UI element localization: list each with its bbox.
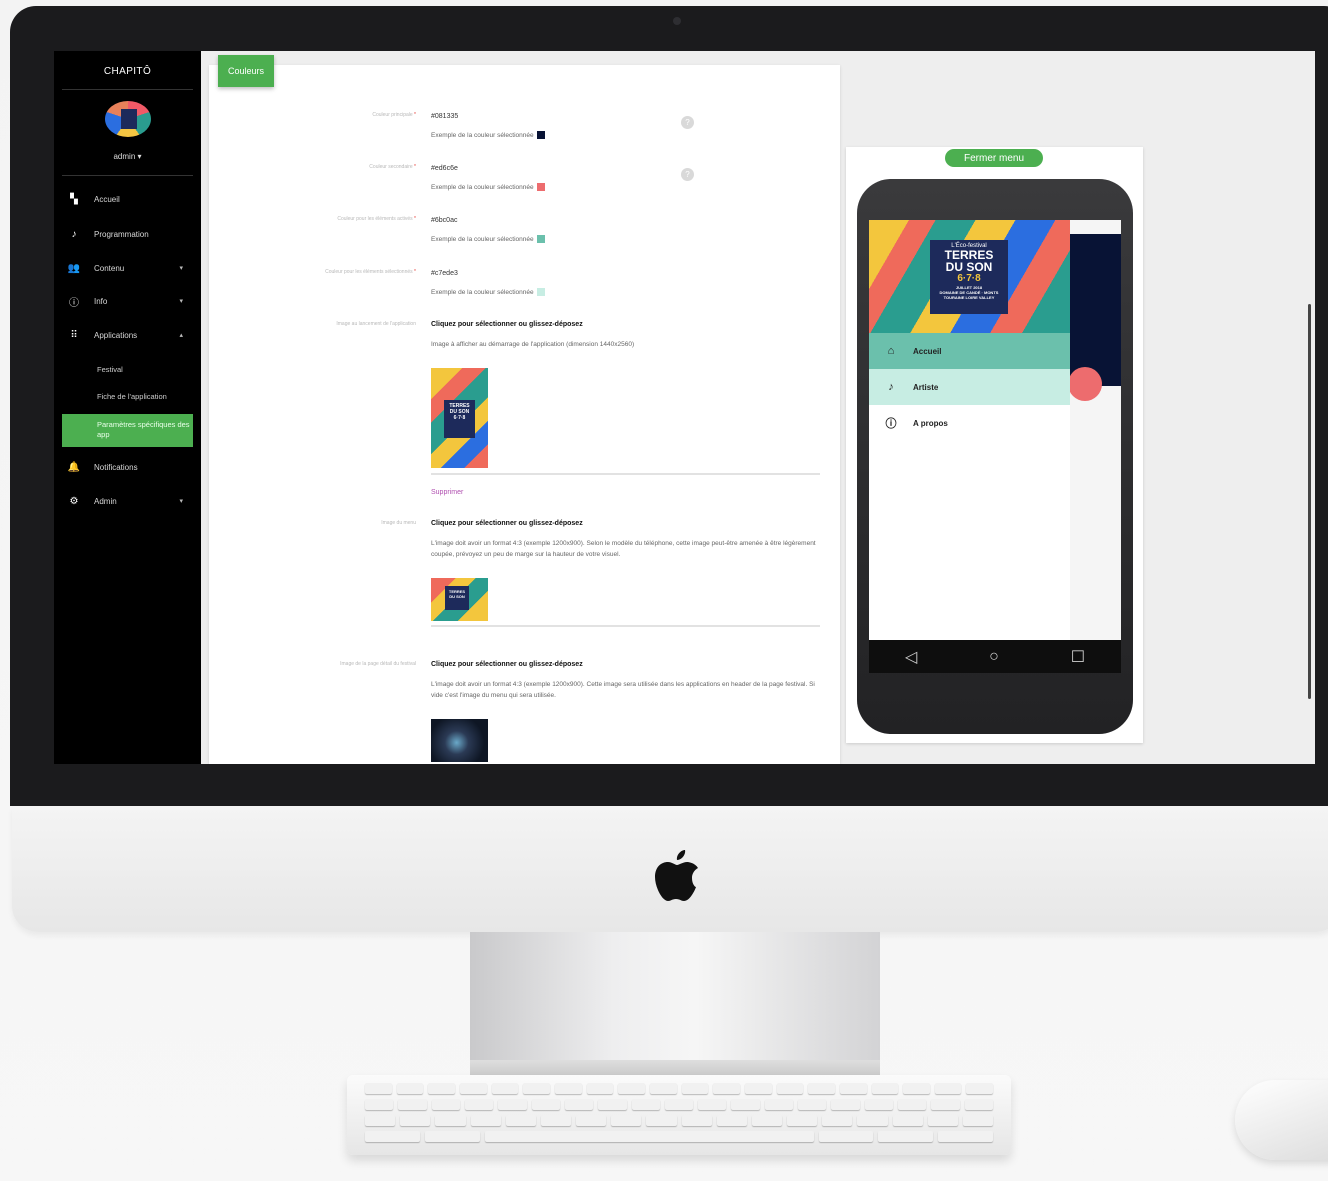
people-icon: 👥 bbox=[67, 262, 81, 274]
sidebar-item-label: Accueil bbox=[94, 194, 120, 204]
color-value-selectionnes[interactable]: #c7ede3 bbox=[431, 270, 458, 277]
info-icon: ⓘ bbox=[69, 297, 79, 309]
upload-launch-image[interactable]: Cliquez pour sélectionner ou glissez-dép… bbox=[431, 321, 583, 328]
app-drawer: L'Éco-festival TERRES DU SON 6·7·8 JUILL… bbox=[869, 220, 1070, 640]
user-menu[interactable]: admin ▾ bbox=[54, 152, 201, 161]
music-note-icon: ♪ bbox=[71, 228, 77, 240]
recents-icon[interactable]: ☐ bbox=[1071, 647, 1085, 667]
field-label: Couleur principale * bbox=[372, 112, 416, 118]
sidebar-subitem-fiche[interactable]: Fiche de l'application bbox=[97, 392, 167, 401]
back-icon[interactable]: ◁ bbox=[905, 647, 917, 667]
keyboard bbox=[347, 1075, 1011, 1155]
android-nav-bar: ◁ ○ ☐ bbox=[869, 640, 1121, 673]
upload-menu-image[interactable]: Cliquez pour sélectionner ou glissez-dép… bbox=[431, 520, 583, 527]
sidebar-item-label: Info bbox=[94, 296, 108, 306]
mouse bbox=[1235, 1080, 1328, 1160]
color-example: Exemple de la couleur sélectionnée bbox=[431, 130, 821, 141]
field-label: Couleur secondaire * bbox=[369, 164, 416, 170]
upload-detail-image[interactable]: Cliquez pour sélectionner ou glissez-dép… bbox=[431, 661, 583, 668]
brand-title: CHAPITÔ bbox=[103, 66, 152, 77]
dashboard-icon: ▚ bbox=[70, 193, 78, 205]
sidebar-item-notifications[interactable]: 🔔 Notifications bbox=[54, 455, 201, 479]
chevron-down-icon: ▾ bbox=[179, 265, 183, 272]
sidebar-subitem-parametres[interactable]: Paramètres spécifiques des app bbox=[62, 414, 193, 447]
drawer-header-image: L'Éco-festival TERRES DU SON 6·7·8 JUILL… bbox=[869, 220, 1070, 333]
floating-action-button[interactable] bbox=[1068, 367, 1102, 401]
poster-mini: TERRES DU SON 6·7·8 bbox=[444, 400, 475, 438]
phone-screen: L'Éco-festival TERRES DU SON 6·7·8 JUILL… bbox=[869, 220, 1121, 640]
menu-image-help: L'image doit avoir un format 4:3 (exempl… bbox=[431, 540, 816, 558]
music-note-icon: ♪ bbox=[888, 381, 894, 393]
sidebar-item-applications[interactable]: ⠿ Applications ▴ bbox=[54, 323, 201, 347]
gear-icon: ⚙ bbox=[69, 495, 79, 507]
color-example: Exemple de la couleur sélectionnée bbox=[431, 287, 821, 298]
menu-image-preview: TERRES DU SON bbox=[431, 578, 488, 621]
sidebar-subitem-festival[interactable]: Festival bbox=[97, 365, 123, 374]
field-label: Couleur pour les éléments activés * bbox=[337, 216, 416, 222]
color-swatch bbox=[536, 183, 545, 192]
field-label: Couleur pour les éléments sélectionnés * bbox=[325, 269, 416, 275]
tab-couleurs[interactable]: Couleurs bbox=[218, 55, 274, 87]
avatar-poster bbox=[121, 109, 137, 129]
color-example: Exemple de la couleur sélectionnée bbox=[431, 234, 821, 245]
avatar[interactable] bbox=[105, 101, 151, 137]
imac-chin bbox=[12, 806, 1328, 932]
color-swatch bbox=[536, 235, 545, 244]
close-menu-button[interactable]: Fermer menu bbox=[945, 149, 1043, 167]
color-swatch bbox=[536, 131, 545, 140]
divider bbox=[431, 473, 820, 475]
sidebar-item-admin[interactable]: ⚙ Admin ▾ bbox=[54, 489, 201, 513]
color-value-principale[interactable]: #081335 bbox=[431, 113, 458, 120]
detail-image-preview bbox=[431, 719, 488, 762]
bell-icon: 🔔 bbox=[67, 461, 81, 473]
field-label: Image au lancement de l'application bbox=[336, 321, 416, 327]
sidebar-item-label: Contenu bbox=[94, 263, 125, 273]
app-menu-apropos[interactable]: ⓘ A propos bbox=[869, 405, 1070, 441]
app-menu-artiste[interactable]: ♪ Artiste bbox=[869, 369, 1070, 405]
color-value-secondaire[interactable]: #ed6c6e bbox=[431, 165, 458, 172]
field-label: Image du menu bbox=[381, 520, 416, 526]
sidebar-item-label: Admin bbox=[94, 496, 117, 506]
info-icon: ⓘ bbox=[885, 418, 897, 430]
chevron-down-icon: ▾ bbox=[179, 298, 183, 305]
app-header-primary bbox=[1070, 234, 1121, 386]
sidebar-item-label: Notifications bbox=[94, 462, 138, 472]
delete-link[interactable]: Supprimer bbox=[431, 489, 463, 496]
sidebar-item-label: Applications bbox=[94, 330, 138, 340]
camera-icon bbox=[673, 17, 681, 25]
chevron-up-icon: ▴ bbox=[179, 332, 183, 339]
sidebar-item-label: Programmation bbox=[94, 229, 149, 239]
festival-poster: L'Éco-festival TERRES DU SON 6·7·8 JUILL… bbox=[930, 240, 1008, 314]
detail-image-help: L'image doit avoir un format 4:3 (exempl… bbox=[431, 681, 815, 699]
scrollbar[interactable] bbox=[1308, 304, 1311, 699]
apps-grid-icon: ⠿ bbox=[70, 329, 78, 341]
sidebar-item-programmation[interactable]: ♪ Programmation bbox=[54, 222, 201, 246]
apple-logo-icon bbox=[655, 850, 698, 901]
screen: CHAPITÔ admin ▾ ▚ Accueil ♪ Programmatio… bbox=[54, 51, 1315, 764]
color-swatch bbox=[536, 288, 545, 297]
app-menu-accueil[interactable]: ⌂ Accueil bbox=[869, 333, 1070, 369]
sidebar-item-info[interactable]: ⓘ Info ▾ bbox=[54, 289, 201, 313]
help-icon[interactable]: ? bbox=[681, 168, 694, 181]
launch-image-preview: TERRES DU SON 6·7·8 bbox=[431, 368, 488, 468]
divider bbox=[431, 625, 820, 627]
poster-mini: TERRES DU SON bbox=[445, 586, 469, 610]
help-icon[interactable]: ? bbox=[681, 116, 694, 129]
field-label: Image de la page détail du festival bbox=[340, 661, 416, 667]
sidebar: CHAPITÔ admin ▾ ▚ Accueil ♪ Programmatio… bbox=[54, 51, 201, 764]
sidebar-item-accueil[interactable]: ▚ Accueil bbox=[54, 187, 201, 211]
launch-image-help: Image à afficher au démarrage de l'appli… bbox=[431, 341, 635, 348]
home-circle-icon[interactable]: ○ bbox=[989, 648, 999, 666]
chevron-down-icon: ▾ bbox=[179, 498, 183, 505]
home-icon: ⌂ bbox=[887, 345, 895, 357]
divider bbox=[62, 89, 193, 90]
color-value-actives[interactable]: #6bc0ac bbox=[431, 217, 457, 224]
sidebar-item-contenu[interactable]: 👥 Contenu ▾ bbox=[54, 256, 201, 280]
color-example: Exemple de la couleur sélectionnée bbox=[431, 182, 821, 193]
divider bbox=[62, 175, 193, 176]
